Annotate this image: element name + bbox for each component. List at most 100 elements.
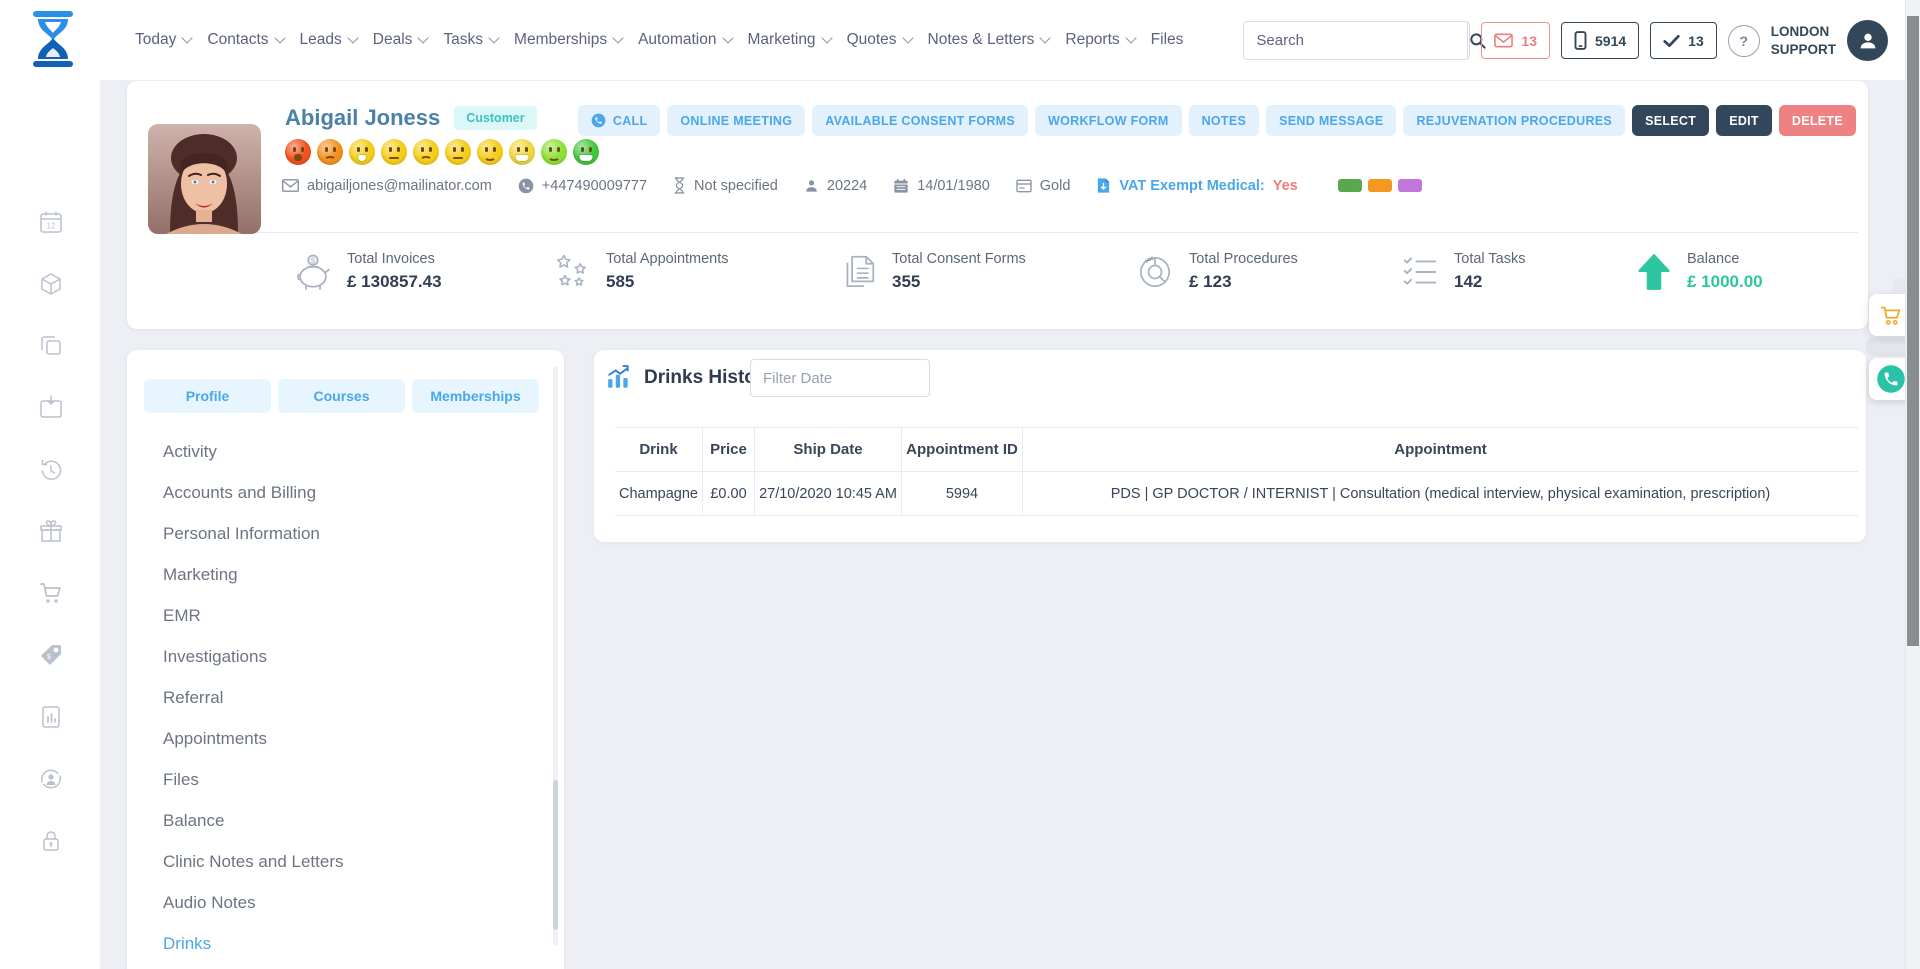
nav-item-tasks[interactable]: Tasks: [443, 31, 498, 49]
nav-label: Today: [135, 31, 176, 49]
rating-emoji-smile[interactable]: [477, 139, 503, 165]
panel-item-emr[interactable]: EMR: [127, 595, 564, 636]
client-email[interactable]: abigailjones@mailinator.com: [282, 178, 492, 194]
search-input[interactable]: [1244, 22, 1467, 59]
color-chip[interactable]: [1338, 179, 1362, 192]
nav-item-files[interactable]: Files: [1151, 31, 1184, 49]
bar-chart-icon: [606, 365, 632, 391]
copy-squares-icon[interactable]: [38, 332, 64, 358]
panel-item-referral[interactable]: Referral: [127, 677, 564, 718]
panel-item-marketing[interactable]: Marketing: [127, 554, 564, 595]
client-phone[interactable]: +447490009777: [518, 178, 647, 194]
package-icon[interactable]: [38, 271, 64, 297]
checklist-icon: [1400, 252, 1440, 292]
panel-item-activity[interactable]: Activity: [127, 431, 564, 472]
panel-item-accounts-and-billing[interactable]: Accounts and Billing: [127, 472, 564, 513]
chevron-down-icon: [347, 32, 358, 43]
select-button[interactable]: SELECT: [1632, 105, 1709, 136]
divider: [230, 232, 1858, 233]
nav-item-quotes[interactable]: Quotes: [847, 31, 912, 49]
available-consent-forms-button[interactable]: AVAILABLE CONSENT FORMS: [812, 105, 1028, 136]
stat-balance: Balance£ 1000.00: [1635, 251, 1763, 292]
rating-emoji-sad[interactable]: [413, 139, 439, 165]
donut-chart-icon: [1135, 252, 1175, 292]
global-search: [1243, 21, 1470, 60]
rating-emoji-grin[interactable]: [573, 139, 599, 165]
nav-item-leads[interactable]: Leads: [300, 31, 357, 49]
panel-item-balance[interactable]: Balance: [127, 800, 564, 841]
tasks-done-button[interactable]: 13: [1650, 22, 1717, 59]
panel-scrollbar-thumb[interactable]: [553, 780, 558, 930]
panel-item-clinic-notes-and-letters[interactable]: Clinic Notes and Letters: [127, 841, 564, 882]
chevron-down-icon: [722, 32, 733, 43]
panel-item-files[interactable]: Files: [127, 759, 564, 800]
nav-item-contacts[interactable]: Contacts: [207, 31, 283, 49]
filter-date-input[interactable]: [750, 359, 930, 397]
phone-calls-button[interactable]: 5914: [1561, 22, 1639, 59]
call-icon: [591, 113, 606, 128]
help-button[interactable]: ?: [1728, 25, 1760, 57]
chevron-down-icon: [1125, 32, 1136, 43]
history-icon[interactable]: [38, 457, 64, 483]
online-meeting-button[interactable]: ONLINE MEETING: [667, 105, 805, 136]
panel-item-drinks[interactable]: Drinks: [127, 923, 564, 964]
edit-button[interactable]: EDIT: [1716, 105, 1772, 136]
nav-label: Notes & Letters: [928, 31, 1035, 49]
tab-memberships[interactable]: Memberships: [412, 379, 539, 413]
color-chip[interactable]: [1398, 179, 1422, 192]
table-row[interactable]: Champagne £0.00 27/10/2020 10:45 AM 5994…: [615, 472, 1858, 516]
rating-emoji-grin[interactable]: [509, 139, 535, 165]
nav-item-memberships[interactable]: Memberships: [514, 31, 622, 49]
calendar-import-icon[interactable]: [38, 394, 64, 420]
workflow-form-button[interactable]: WORKFLOW FORM: [1035, 105, 1182, 136]
phone-icon: [518, 178, 534, 194]
panel-item-investigations[interactable]: Investigations: [127, 636, 564, 677]
rating-emoji-smile[interactable]: [541, 139, 567, 165]
calendar-icon[interactable]: 12: [38, 209, 64, 235]
rating-emoji-open[interactable]: [285, 139, 311, 165]
tab-courses[interactable]: Courses: [278, 379, 405, 413]
chevron-down-icon: [418, 32, 429, 43]
profile-photo: [148, 124, 261, 234]
nav-label: Memberships: [514, 31, 607, 49]
nav-item-reports[interactable]: Reports: [1065, 31, 1134, 49]
panel-tabs: Profile Courses Memberships: [144, 379, 539, 413]
call-button[interactable]: CALL: [578, 105, 661, 136]
nav-item-marketing[interactable]: Marketing: [748, 31, 831, 49]
page-scrollbar-thumb[interactable]: [1907, 16, 1919, 646]
hourglass-logo[interactable]: [28, 10, 78, 68]
rating-emoji-flat[interactable]: [445, 139, 471, 165]
client-id: 20224: [804, 178, 867, 194]
client-type-badge: Customer: [454, 106, 536, 130]
nav-item-automation[interactable]: Automation: [638, 31, 731, 49]
report-icon[interactable]: [38, 704, 64, 730]
person-sync-icon[interactable]: [38, 766, 64, 792]
panel-item-audio-notes[interactable]: Audio Notes: [127, 882, 564, 923]
panel-item-personal-information[interactable]: Personal Information: [127, 513, 564, 554]
rating-emoji-flat[interactable]: [381, 139, 407, 165]
nav-item-notes-letters[interactable]: Notes & Letters: [928, 31, 1050, 49]
tab-profile[interactable]: Profile: [144, 379, 271, 413]
send-message-button[interactable]: SEND MESSAGE: [1266, 105, 1396, 136]
nav-item-today[interactable]: Today: [135, 31, 191, 49]
rejuvenation-procedures-button[interactable]: REJUVENATION PROCEDURES: [1403, 105, 1625, 136]
mail-notifications-button[interactable]: 13: [1481, 22, 1550, 59]
lock-icon[interactable]: [38, 828, 64, 854]
chevron-down-icon: [1040, 32, 1051, 43]
nav-item-deals[interactable]: Deals: [373, 31, 428, 49]
rating-emoji-open-light[interactable]: [349, 139, 375, 165]
client-action-buttons: CALL ONLINE MEETING AVAILABLE CONSENT FO…: [578, 105, 1856, 136]
vat-exempt-medical[interactable]: VAT Exempt Medical: Yes: [1096, 177, 1297, 194]
rating-emoji-sad[interactable]: [317, 139, 343, 165]
col-drink: Drink: [615, 428, 703, 471]
color-chip[interactable]: [1368, 179, 1392, 192]
panel-item-appointments[interactable]: Appointments: [127, 718, 564, 759]
user-avatar[interactable]: [1847, 20, 1888, 61]
notes-button[interactable]: NOTES: [1189, 105, 1260, 136]
stat-total-tasks: Total Tasks142: [1400, 251, 1525, 292]
gift-icon[interactable]: [38, 518, 64, 544]
delete-button[interactable]: DELETE: [1779, 105, 1856, 136]
cart-icon[interactable]: [38, 580, 64, 606]
page-scrollbar-track[interactable]: [1905, 0, 1920, 969]
price-tag-icon[interactable]: $: [38, 642, 64, 668]
